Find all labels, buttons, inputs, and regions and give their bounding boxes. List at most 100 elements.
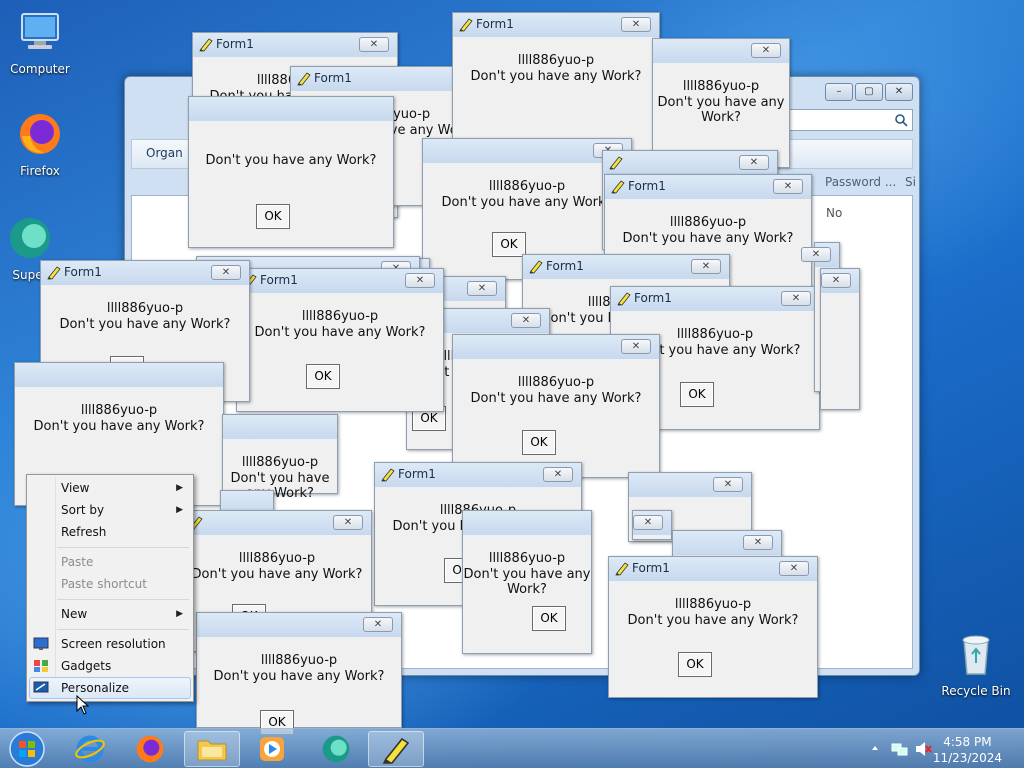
close-button[interactable]: ✕ (405, 273, 435, 288)
search-input[interactable] (789, 109, 913, 131)
taskbar-super[interactable] (308, 731, 364, 767)
close-button[interactable]: ✕ (801, 247, 831, 262)
close-button[interactable]: ✕ (543, 467, 573, 482)
close-button[interactable]: ✕ (511, 313, 541, 328)
close-button[interactable]: ✕ (773, 179, 803, 194)
close-button[interactable]: ✕ (211, 265, 241, 280)
minimize-button[interactable]: – (825, 83, 853, 101)
close-button[interactable]: ✕ (633, 515, 663, 530)
menu-item-refresh[interactable]: Refresh (61, 525, 106, 539)
dialog-titlebar[interactable]: ✕ (821, 269, 859, 293)
network-icon[interactable] (890, 740, 908, 758)
dialog-titlebar[interactable]: Form1 ✕ (453, 13, 659, 37)
dialog-titlebar[interactable]: ✕ (183, 511, 371, 535)
dialog-titlebar[interactable] (223, 415, 337, 439)
ok-button[interactable]: OK (680, 382, 714, 407)
dialog-form1[interactable]: ✕ (820, 268, 860, 410)
menu-item-sort-by[interactable]: Sort by (61, 503, 104, 517)
close-button[interactable]: ✕ (621, 17, 651, 32)
taskbar-firefox[interactable] (122, 731, 178, 767)
dialog-titlebar[interactable]: Form1 ✕ (375, 463, 581, 487)
desktop-icon-recycle-bin[interactable]: Recycle Bin (936, 630, 1016, 698)
column-header-si[interactable]: Si (905, 171, 916, 193)
ok-button[interactable]: OK (256, 204, 290, 229)
start-button[interactable] (8, 730, 46, 768)
ok-button[interactable]: OK (532, 606, 566, 631)
organize-button[interactable]: Organ (146, 146, 183, 160)
close-button[interactable]: ✕ (333, 515, 363, 530)
column-header-password[interactable]: Password ... (825, 171, 896, 193)
dialog-message-line2: Don't you have any Work? (254, 325, 426, 340)
dialog-titlebar[interactable] (463, 511, 591, 535)
menu-item-view[interactable]: View (61, 481, 89, 495)
close-button[interactable]: ✕ (363, 617, 393, 632)
ok-button[interactable]: OK (492, 232, 526, 257)
close-button[interactable]: ✕ (821, 273, 851, 288)
dialog-titlebar[interactable] (15, 363, 223, 387)
dialog-titlebar[interactable]: ✕ (423, 139, 631, 163)
dialog-titlebar[interactable]: ✕ (453, 335, 659, 359)
dialog-form1[interactable]: Don't you have any Work? OK (188, 96, 394, 248)
dialog-form1[interactable] (220, 490, 274, 515)
menu-item-paste-shortcut[interactable]: Paste shortcut (61, 577, 147, 591)
close-button[interactable]: ✕ (691, 259, 721, 274)
dialog-titlebar[interactable]: ✕ (801, 243, 839, 267)
dialog-titlebar[interactable]: ✕ (603, 151, 777, 175)
dialog-form1[interactable]: llll886yuo-p Don't you have any Work? (222, 414, 338, 501)
menu-item-screen-resolution[interactable]: Screen resolution (61, 637, 166, 651)
close-button[interactable]: ✕ (781, 291, 811, 306)
pencil-app-icon (47, 266, 61, 280)
menu-item-personalize[interactable]: Personalize (61, 681, 129, 695)
taskbar-media-player[interactable] (244, 731, 300, 767)
close-button[interactable]: ✕ (743, 535, 773, 550)
taskbar-explorer[interactable] (184, 731, 240, 767)
ok-button[interactable]: OK (306, 364, 340, 389)
dialog-titlebar[interactable]: Form1 ✕ (523, 255, 729, 279)
taskbar-ie[interactable] (62, 731, 118, 767)
dialog-titlebar[interactable]: Form1 ✕ (193, 33, 397, 57)
close-button[interactable]: ✕ (621, 339, 651, 354)
menu-item-new[interactable]: New (61, 607, 87, 621)
menu-item-paste[interactable]: Paste (61, 555, 93, 569)
context-menu[interactable]: View ▶ Sort by ▶ Refresh Paste Paste short… (26, 474, 194, 702)
dialog-form1[interactable]: ✕llll886yuo-pDon't you have any Work?OK (196, 612, 402, 735)
dialog-titlebar[interactable]: ✕ (629, 473, 751, 497)
dialog-titlebar[interactable]: ✕ (197, 613, 401, 637)
dialog-title: Form1 (398, 467, 436, 481)
ok-button[interactable]: OK (522, 430, 556, 455)
menu-item-gadgets[interactable]: Gadgets (61, 659, 111, 673)
close-button[interactable]: ✕ (885, 83, 913, 101)
maximize-button[interactable]: ▢ (855, 83, 883, 101)
dialog-titlebar[interactable]: Form1 ✕ (41, 261, 249, 285)
dialog-form1[interactable]: Form1 ✕ llll886yuo-pDon't you have any Wor… (236, 268, 444, 412)
desktop-icon-firefox[interactable]: Firefox (2, 110, 78, 178)
desktop-icon-computer[interactable]: Computer (2, 8, 78, 76)
close-button[interactable]: ✕ (751, 43, 781, 58)
dialog-message-line2: Don't you have any Work? (463, 567, 591, 597)
dialog-titlebar[interactable]: Form1 ✕ (611, 287, 819, 311)
clock[interactable]: 4:58 PM 11/23/2024 (933, 734, 1002, 766)
dialog-form1[interactable]: ✕llll886yuo-pDon't you have any Work?OK (452, 334, 660, 478)
close-button[interactable]: ✕ (739, 155, 769, 170)
dialog-titlebar[interactable] (189, 97, 393, 121)
dialog-titlebar[interactable]: Form1 ✕ (609, 557, 817, 581)
dialog-form1[interactable]: ✕ (632, 510, 672, 540)
chevron-up-icon[interactable] (870, 743, 880, 753)
dialog-message-line1: llll886yuo-p (260, 653, 338, 668)
dialog-form1[interactable]: llll886yuo-p Don't you have any Work? OK (462, 510, 592, 654)
close-button[interactable]: ✕ (713, 477, 743, 492)
volume-muted-icon[interactable] (914, 740, 932, 758)
close-button[interactable]: ✕ (359, 37, 389, 52)
dialog-titlebar[interactable]: ✕ (633, 511, 671, 535)
dialog-titlebar[interactable]: Form1 ✕ (605, 175, 811, 199)
close-button[interactable]: ✕ (779, 561, 809, 576)
dialog-form1[interactable]: ✕ llll886yuo-p Don't you have any Work? (652, 38, 790, 168)
ok-button[interactable]: OK (678, 652, 712, 677)
dialog-titlebar[interactable]: Form1 ✕ (237, 269, 443, 293)
dialog-titlebar[interactable]: ✕ (653, 39, 789, 63)
dialog-titlebar[interactable]: ✕ (673, 531, 781, 555)
taskbar-form1[interactable] (368, 731, 424, 767)
dialog-message-line2: Don't you have any Work? (657, 95, 785, 125)
close-button[interactable]: ✕ (467, 281, 497, 296)
dialog-form1[interactable]: Form1 ✕ llll886yuo-pDon't you have any Wor… (608, 556, 818, 698)
